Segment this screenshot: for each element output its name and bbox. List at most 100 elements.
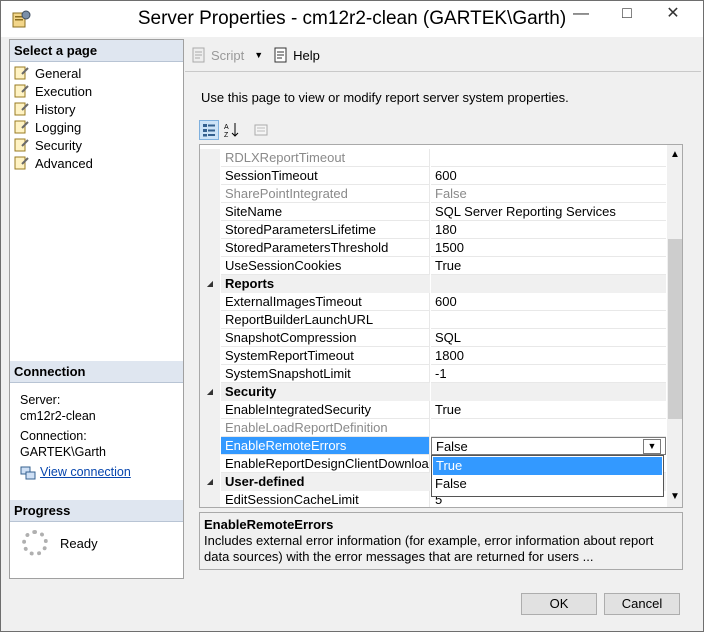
title-bar: Server Properties - cm12r2-clean (GARTEK… bbox=[1, 1, 703, 37]
main-panel: Use this page to view or modify report s… bbox=[185, 71, 701, 579]
property-row[interactable]: StoredParametersLifetime 180 bbox=[200, 221, 666, 239]
view-connection-label[interactable]: View connection bbox=[40, 464, 131, 480]
alphabetical-sort-icon: AZ bbox=[224, 123, 239, 138]
chevron-down-icon: ▼ bbox=[254, 50, 264, 60]
property-row[interactable]: SessionTimeout 600 bbox=[200, 167, 666, 185]
property-value[interactable] bbox=[431, 419, 666, 437]
page-item-security[interactable]: Security bbox=[14, 136, 93, 154]
property-row[interactable]: EnableLoadReportDefinition bbox=[200, 419, 666, 437]
select-page-heading: Select a page bbox=[10, 40, 183, 62]
page-wrench-icon bbox=[14, 84, 29, 98]
help-text: Includes external error information (for… bbox=[204, 533, 654, 564]
property-row[interactable]: ExternalImagesTimeout 600 bbox=[200, 293, 666, 311]
maximize-button[interactable]: □ bbox=[604, 1, 650, 29]
category-value bbox=[431, 383, 666, 401]
collapse-triangle-icon[interactable]: ◢ bbox=[200, 383, 220, 401]
script-dropdown-button[interactable]: ▼ bbox=[254, 50, 263, 60]
category-row-reports[interactable]: ◢ Reports bbox=[200, 275, 666, 293]
alphabetical-sort-button[interactable]: AZ bbox=[222, 120, 242, 140]
dropdown-option-false[interactable]: False bbox=[432, 475, 663, 493]
property-row[interactable]: SystemSnapshotLimit -1 bbox=[200, 365, 666, 383]
minimize-button[interactable]: — bbox=[558, 1, 604, 29]
property-value[interactable]: False bbox=[431, 185, 666, 203]
script-label: Script bbox=[211, 47, 245, 63]
property-grid[interactable]: RDLXReportTimeout SessionTimeout 600 Shar… bbox=[199, 144, 683, 508]
svg-text:Z: Z bbox=[224, 132, 229, 138]
property-row[interactable]: UseSessionCookies True bbox=[200, 257, 666, 275]
property-value[interactable]: 1500 bbox=[431, 239, 666, 257]
property-value-select[interactable]: False ▼ bbox=[431, 437, 666, 455]
property-value[interactable]: SQL Server Reporting Services bbox=[431, 203, 666, 221]
property-value[interactable]: 180 bbox=[431, 221, 666, 239]
page-description: Use this page to view or modify report s… bbox=[201, 90, 569, 105]
page-item-label: General bbox=[35, 65, 82, 81]
property-value[interactable]: True bbox=[431, 401, 666, 419]
row-gutter bbox=[200, 455, 220, 473]
row-gutter bbox=[200, 365, 220, 383]
property-row[interactable]: RDLXReportTimeout bbox=[200, 149, 666, 167]
property-value[interactable]: SQL bbox=[431, 329, 666, 347]
close-button[interactable]: ✕ bbox=[650, 1, 696, 29]
row-gutter bbox=[200, 293, 220, 311]
property-row[interactable]: ReportBuilderLaunchURL bbox=[200, 311, 666, 329]
property-row[interactable]: StoredParametersThreshold 1500 bbox=[200, 239, 666, 257]
server-label: Server: bbox=[20, 393, 61, 407]
server-value: cm12r2-clean bbox=[20, 409, 96, 423]
vertical-scrollbar[interactable]: ▲ ▼ bbox=[667, 145, 682, 507]
property-row[interactable]: SnapshotCompression SQL bbox=[200, 329, 666, 347]
property-value[interactable]: True bbox=[431, 257, 666, 275]
scroll-up-icon[interactable]: ▲ bbox=[667, 147, 682, 163]
page-wrench-icon bbox=[14, 138, 29, 152]
page-wrench-icon bbox=[14, 66, 29, 80]
property-value[interactable] bbox=[431, 149, 666, 167]
page-item-logging[interactable]: Logging bbox=[14, 118, 93, 136]
row-gutter bbox=[200, 185, 220, 203]
property-row-selected[interactable]: EnableRemoteErrors False ▼ bbox=[200, 437, 666, 455]
progress-spinner-icon bbox=[22, 530, 48, 556]
page-item-history[interactable]: History bbox=[14, 100, 93, 118]
property-value[interactable]: -1 bbox=[431, 365, 666, 383]
progress-heading: Progress bbox=[10, 500, 183, 522]
property-row[interactable]: SystemReportTimeout 1800 bbox=[200, 347, 666, 365]
ok-button[interactable]: OK bbox=[521, 593, 597, 615]
property-row[interactable]: SharePointIntegrated False bbox=[200, 185, 666, 203]
cancel-button[interactable]: Cancel bbox=[604, 593, 680, 615]
property-value[interactable]: 600 bbox=[431, 293, 666, 311]
property-value[interactable]: 1800 bbox=[431, 347, 666, 365]
collapse-triangle-icon[interactable]: ◢ bbox=[200, 473, 220, 491]
view-connection-link[interactable]: View connection bbox=[20, 464, 180, 480]
property-row[interactable]: EnableIntegratedSecurity True bbox=[200, 401, 666, 419]
scroll-down-icon[interactable]: ▼ bbox=[667, 489, 682, 505]
row-gutter bbox=[200, 437, 220, 455]
page-item-general[interactable]: General bbox=[14, 64, 93, 82]
grid-toolbar: AZ bbox=[199, 120, 274, 140]
page-item-execution[interactable]: Execution bbox=[14, 82, 93, 100]
category-row-security[interactable]: ◢ Security bbox=[200, 383, 666, 401]
property-name: SharePointIntegrated bbox=[221, 185, 430, 203]
connection-info: Server: cm12r2-clean Connection: GARTEK\… bbox=[20, 392, 180, 480]
page-item-advanced[interactable]: Advanced bbox=[14, 154, 93, 172]
selected-value: False bbox=[436, 439, 468, 454]
property-pages-icon bbox=[254, 124, 268, 136]
collapse-triangle-icon[interactable]: ◢ bbox=[200, 275, 220, 293]
help-button[interactable]: Help bbox=[273, 47, 320, 63]
connection-value: GARTEK\Garth bbox=[20, 445, 106, 459]
category-name: Security bbox=[221, 383, 430, 401]
property-value[interactable] bbox=[431, 311, 666, 329]
property-pages-button[interactable] bbox=[251, 120, 271, 140]
row-gutter bbox=[200, 239, 220, 257]
dropdown-option-true[interactable]: True bbox=[433, 457, 662, 475]
connection-heading: Connection bbox=[10, 361, 183, 383]
page-list: General Execution History Logging Securi… bbox=[14, 64, 93, 172]
script-button[interactable]: Script bbox=[191, 47, 244, 63]
dropdown-button[interactable]: ▼ bbox=[643, 439, 661, 454]
property-row[interactable]: SiteName SQL Server Reporting Services bbox=[200, 203, 666, 221]
property-help-box: EnableRemoteErrors Includes external err… bbox=[199, 512, 683, 570]
property-name: EnableLoadReportDefinition bbox=[221, 419, 430, 437]
value-dropdown-list[interactable]: True False bbox=[431, 455, 664, 497]
categorized-button[interactable] bbox=[199, 120, 219, 140]
property-value[interactable]: 600 bbox=[431, 167, 666, 185]
property-name: SnapshotCompression bbox=[221, 329, 430, 347]
progress-status-text: Ready bbox=[60, 535, 98, 551]
scrollbar-thumb[interactable] bbox=[668, 239, 682, 419]
